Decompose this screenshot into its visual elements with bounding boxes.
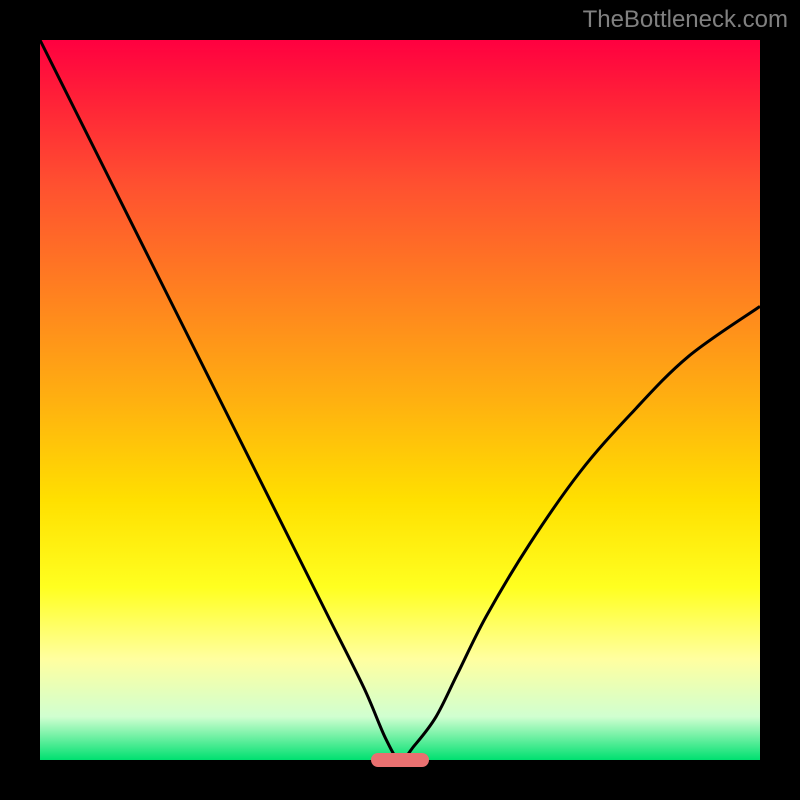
figure-container: TheBottleneck.com	[0, 0, 800, 800]
curve-path	[40, 40, 760, 760]
optimal-range-marker	[371, 753, 429, 767]
plot-area	[40, 40, 760, 760]
watermark-text: TheBottleneck.com	[583, 6, 788, 34]
bottleneck-curve	[40, 40, 760, 760]
